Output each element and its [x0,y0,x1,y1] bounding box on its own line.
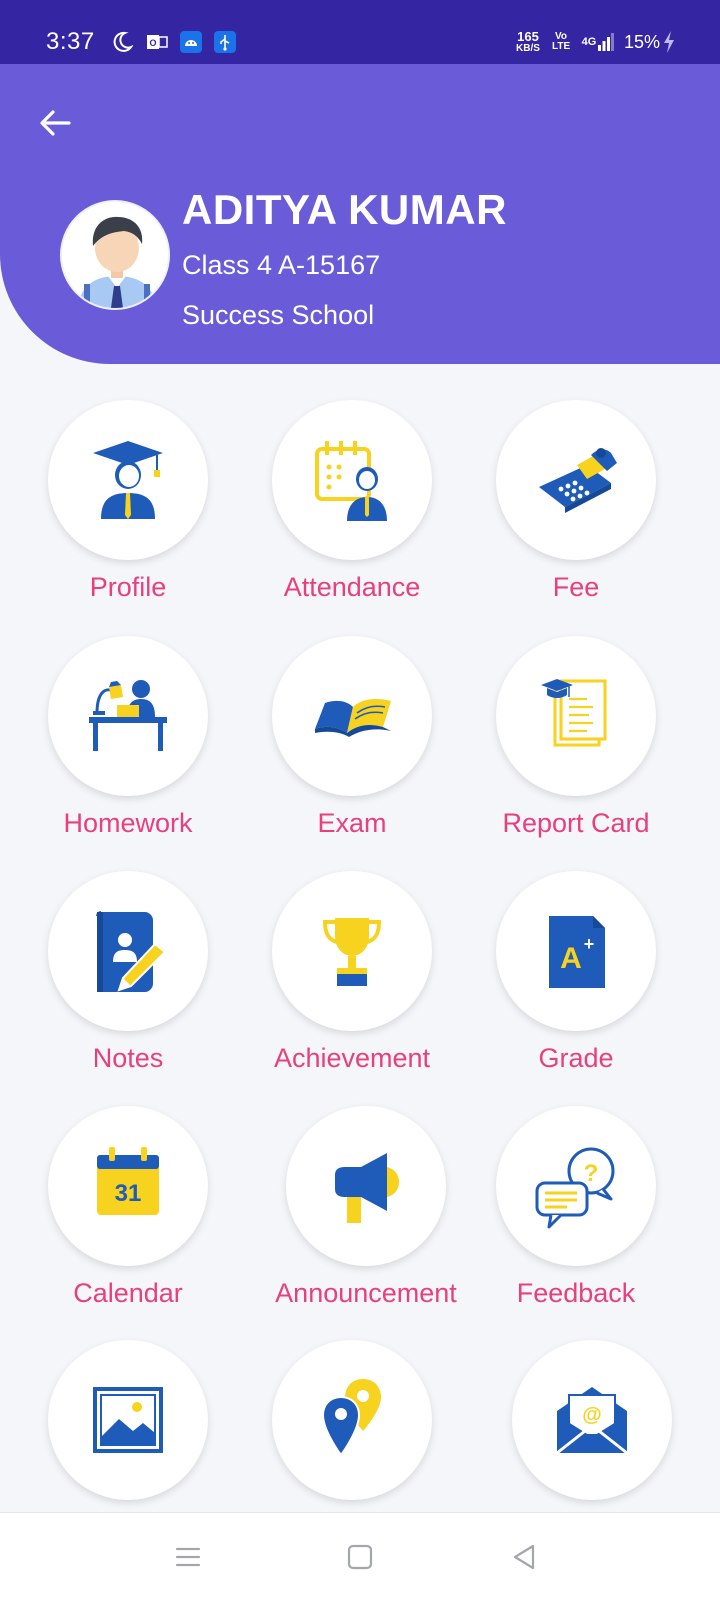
menu-label: Exam [317,808,387,838]
android-icon [180,30,202,54]
question-mark-glyph: ? [584,1160,599,1187]
student-school: Success School [182,300,375,330]
signal-icon: 4G [578,30,618,54]
status-time: 3:37 [46,28,95,55]
menu-icon-circle: 31 [48,1106,208,1266]
menu-label: Announcement [275,1278,457,1308]
student-avatar-icon [62,202,168,308]
back-triangle-icon [513,1544,535,1570]
open-book-icon [315,699,391,737]
menu-icon-circle [48,400,208,560]
menu-icon-circle [286,1106,446,1266]
menu-icon-circle [272,1340,432,1500]
fee-calculator-icon [539,448,617,513]
location-pins-icon [321,1379,381,1457]
outlook-icon: O [146,30,168,54]
menu-icon-circle: @ [512,1340,672,1500]
menu-icon-circle [48,1340,208,1500]
volte-text: Vo LTE [552,31,571,52]
menu-item-attendance[interactable]: Attendance [232,400,472,640]
menu-label: Calendar [73,1278,183,1308]
menu-item-report-card[interactable]: Report Card [456,636,696,876]
home-square-icon [347,1544,373,1570]
menu-label: Attendance [283,572,421,602]
notebook-pencil-icon [96,911,167,992]
menu-icon-circle [496,636,656,796]
net-speed: 165 KB/S [514,30,542,54]
net-speed-value: 165 [517,29,539,44]
system-nav-bar [0,1512,720,1600]
menu-icon-circle [496,400,656,560]
menu-item-profile[interactable]: Profile [8,400,248,640]
grade-a-plus-icon: A + [549,916,605,988]
grade-plus-glyph: + [584,934,595,954]
battery-level: 15% [624,32,661,52]
home-button[interactable] [340,1537,380,1577]
attendance-calendar-icon [315,441,387,521]
menu-item-homework[interactable]: Homework [8,636,248,876]
menu-item-fee[interactable]: Fee [456,400,696,640]
menu-icon-circle [272,636,432,796]
graduate-icon [93,441,163,519]
menu-label: Achievement [273,1043,431,1073]
student-class: Class 4 A-15167 [182,250,381,280]
system-back-button[interactable] [504,1537,544,1577]
menu-label: Report Card [502,808,650,838]
net-speed-unit: KB/S [516,43,540,54]
moon-icon [112,30,134,54]
menu-item-grade[interactable]: A + Grade [456,871,696,1111]
gallery-image-icon [93,1387,163,1453]
menu-item-calendar[interactable]: 31 Calendar [8,1106,248,1346]
study-desk-icon [89,680,167,751]
menu-item-feedback[interactable]: ? Feedback [456,1106,696,1346]
status-bar: 3:37 O 165 KB/S Vo LTE 4G 15% [0,0,720,64]
report-card-icon [541,679,607,747]
usb-icon [214,30,236,54]
menu-label: Fee [552,572,600,602]
arrow-left-icon [40,110,71,136]
menu-label: Grade [538,1043,614,1073]
grade-a-glyph: A [560,942,582,975]
volte-icon: Vo LTE [552,30,570,54]
menu-icon-circle [272,871,432,1031]
feedback-chat-icon: ? [535,1147,615,1229]
student-name: ADITYA KUMAR [182,186,507,233]
calendar-31-icon: 31 [97,1147,159,1215]
charging-icon [662,30,676,54]
menu-icon-circle: A + [496,871,656,1031]
megaphone-icon [335,1153,399,1223]
network-type: 4G [581,36,597,48]
menu-icon-circle [48,871,208,1031]
email-envelope-icon: @ [556,1387,628,1455]
menu-icon-circle [272,400,432,560]
menu-lines-icon [175,1547,201,1567]
menu-label: Feedback [516,1278,636,1308]
menu-item-achievement[interactable]: Achievement [232,871,472,1111]
menu-item-announcement[interactable]: Announcement [246,1106,486,1346]
at-sign-glyph: @ [582,1404,602,1426]
student-header: ADITYA KUMAR Class 4 A-15167 Success Sch… [0,64,720,364]
menu-label: Homework [63,808,193,838]
svg-text:O: O [149,38,156,48]
recents-button[interactable] [168,1537,208,1577]
menu-label: Profile [89,572,167,602]
menu-item-exam[interactable]: Exam [232,636,472,876]
calendar-day-glyph: 31 [115,1180,142,1207]
avatar [60,200,170,310]
back-button[interactable] [30,98,80,148]
menu-icon-circle [48,636,208,796]
trophy-icon [322,918,382,986]
menu-item-notes[interactable]: Notes [8,871,248,1111]
menu-icon-circle: ? [496,1106,656,1266]
menu-label: Notes [92,1043,164,1073]
